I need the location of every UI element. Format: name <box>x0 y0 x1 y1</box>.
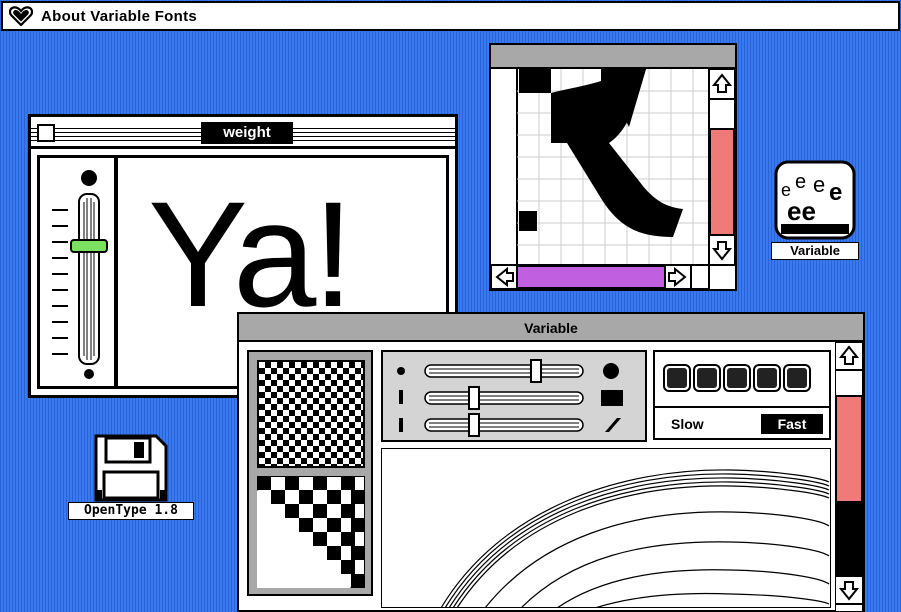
floppy-disk-icon <box>94 434 168 502</box>
speed-step-button[interactable] <box>663 364 697 398</box>
glyph-outline-canvas <box>381 448 831 608</box>
window-title-bar[interactable]: Variable <box>239 314 863 342</box>
glyph-grid-canvas <box>491 69 735 289</box>
vertical-scroll-thumb[interactable] <box>835 395 863 503</box>
slider-thumb[interactable] <box>468 386 480 410</box>
scroll-up-icon[interactable] <box>835 342 863 371</box>
gradient-pattern-swatch[interactable] <box>257 476 365 588</box>
window-title-bar[interactable]: weight <box>31 117 455 149</box>
slant-axis-slider[interactable] <box>424 413 584 437</box>
svg-text:ee: ee <box>787 196 816 226</box>
vertical-scrollbar[interactable] <box>835 342 863 612</box>
weight-axis-slider[interactable] <box>424 359 584 383</box>
fast-option[interactable]: Fast <box>761 414 823 434</box>
window-title: Variable <box>524 320 578 336</box>
window-title-bar[interactable] <box>491 45 735 69</box>
variable-window: Variable Slow Fast <box>237 312 865 612</box>
axis-sliders <box>397 359 623 437</box>
svg-text:e: e <box>795 171 806 193</box>
scroll-up-icon[interactable] <box>708 69 735 100</box>
variable-font-icon: e e e e ee <box>774 160 856 240</box>
app-title: About Variable Fonts <box>41 7 198 25</box>
desktop-icon-label: Variable <box>771 242 859 260</box>
glyph-preview-window <box>489 43 737 291</box>
scroll-right-icon[interactable] <box>664 264 692 289</box>
weight-slider-pane <box>40 158 118 386</box>
svg-text:e: e <box>813 172 825 197</box>
slider-thumb[interactable] <box>530 359 542 383</box>
slider-thumb[interactable] <box>468 413 480 437</box>
narrow-bar-icon <box>399 390 403 404</box>
large-dot-icon <box>603 363 619 379</box>
window-title: weight <box>201 122 293 144</box>
speed-step-button[interactable] <box>693 364 727 398</box>
desktop-icon-label: OpenType 1.8 <box>68 502 194 520</box>
horizontal-scroll-thumb[interactable] <box>516 265 666 289</box>
scroll-down-icon[interactable] <box>835 575 863 605</box>
small-dot-icon <box>397 367 405 375</box>
speed-step-button[interactable] <box>783 364 817 398</box>
speed-step-button[interactable] <box>753 364 787 398</box>
close-box-icon[interactable] <box>37 124 55 142</box>
vertical-scroll-thumb[interactable] <box>709 128 735 236</box>
slanted-bar-icon <box>605 418 621 432</box>
checker-pattern-swatch[interactable] <box>257 360 365 468</box>
weight-slider-thumb[interactable] <box>70 239 108 253</box>
svg-text:e: e <box>829 179 842 206</box>
scroll-left-icon[interactable] <box>491 264 518 289</box>
wide-block-icon <box>601 390 623 406</box>
axis-sliders-panel <box>381 350 647 442</box>
upright-bar-icon <box>399 418 403 432</box>
weight-slider[interactable] <box>40 158 118 388</box>
app-title-bar: About Variable Fonts <box>1 1 900 31</box>
scroll-down-icon[interactable] <box>708 234 735 266</box>
slow-option[interactable]: Slow <box>671 416 704 432</box>
speed-step-button[interactable] <box>723 364 757 398</box>
width-axis-slider[interactable] <box>424 386 584 410</box>
speed-panel: Slow Fast <box>653 350 831 440</box>
pattern-panel <box>247 350 373 596</box>
heart-icon[interactable] <box>9 6 33 26</box>
desktop-icon-opentype[interactable]: OpenType 1.8 <box>68 434 194 520</box>
desktop-icon-variable[interactable]: e e e e ee Variable <box>771 160 859 260</box>
